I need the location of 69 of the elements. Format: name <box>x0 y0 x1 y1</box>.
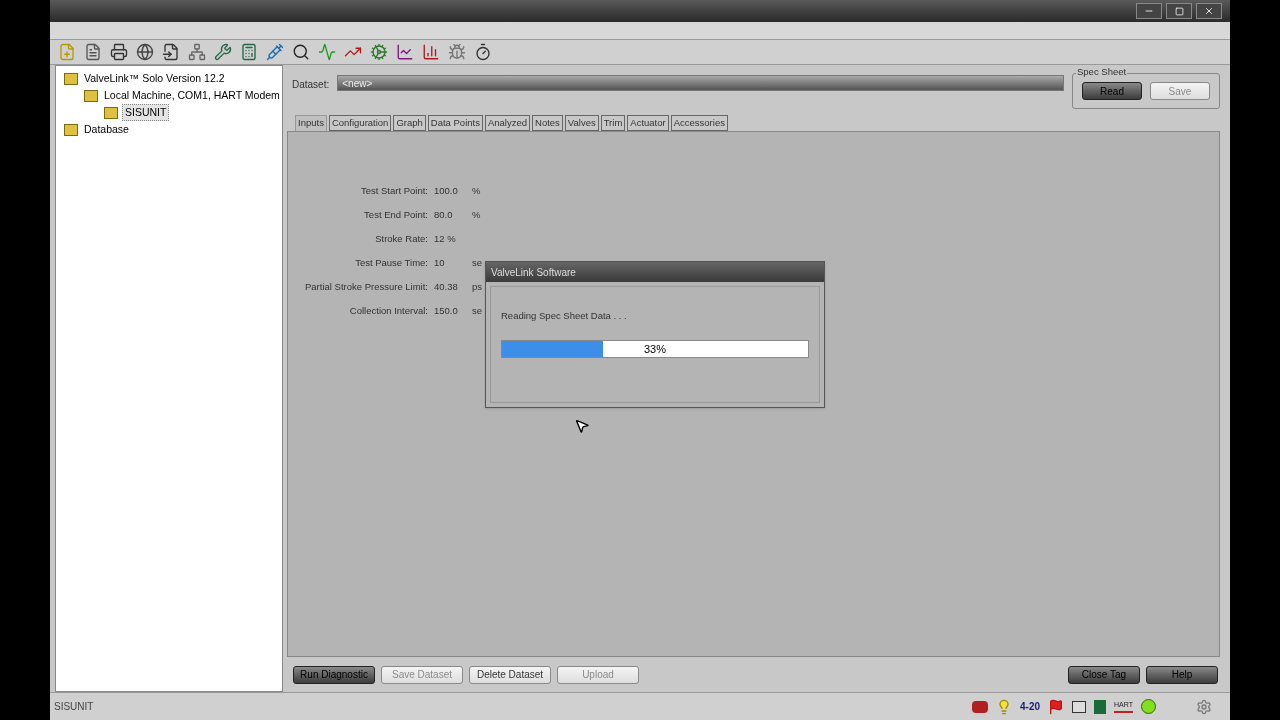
folder-icon <box>84 89 98 102</box>
gear-icon <box>1196 698 1212 715</box>
unit-label: % <box>472 208 481 223</box>
tree-item[interactable]: SISUNIT <box>122 103 170 122</box>
field-label: Test Pause Time: <box>354 256 428 271</box>
dialog-title: ValveLink Software <box>486 262 824 282</box>
field-value[interactable]: 80.0 <box>428 208 472 223</box>
bar-chart-icon[interactable] <box>422 43 440 61</box>
button[interactable]: Close Tag <box>1068 665 1140 684</box>
printer-icon[interactable] <box>110 43 128 61</box>
field-value[interactable]: 40.38 <box>428 280 472 295</box>
loop-label: 4-20 <box>1020 700 1041 714</box>
tree-item[interactable]: ValveLink™ Solo Version 12.2 <box>82 70 227 87</box>
cursor-icon <box>574 418 590 434</box>
globe-icon[interactable] <box>136 43 154 61</box>
field-label: Stroke Rate: <box>374 232 428 247</box>
status-light-icon <box>1141 699 1156 714</box>
document-icon[interactable] <box>84 43 102 61</box>
unit-label: ps <box>472 280 483 295</box>
maximize-icon[interactable] <box>1166 3 1192 19</box>
group-title: Spec Sheet <box>1076 67 1128 77</box>
field-value[interactable]: 12 % <box>428 232 472 247</box>
tab[interactable]: Data Points <box>427 115 483 131</box>
tab[interactable]: Graph <box>393 115 426 131</box>
button[interactable]: Delete Dataset <box>469 665 551 684</box>
pulse-icon[interactable] <box>318 43 336 61</box>
button[interactable]: Run Diagnostic <box>293 665 375 684</box>
probe-icon[interactable] <box>266 43 284 61</box>
tab[interactable]: Analyzed <box>484 115 531 131</box>
minimize-icon[interactable] <box>1136 3 1162 19</box>
field-value[interactable]: 150.0 <box>428 304 472 319</box>
gear-icon[interactable] <box>370 43 388 61</box>
field-label: Test End Point: <box>363 208 428 223</box>
line-chart-icon[interactable] <box>396 43 414 61</box>
status-text: SISUNIT <box>54 700 95 714</box>
document-arrow-icon[interactable] <box>162 43 180 61</box>
dialog-message: Reading Spec Sheet Data . . . <box>501 309 628 323</box>
wrench-icon[interactable] <box>214 43 232 61</box>
button[interactable]: Help <box>1146 665 1218 684</box>
dataset-field[interactable]: <new> <box>337 75 1064 91</box>
tab[interactable]: Inputs <box>295 115 327 131</box>
field-label: Partial Stroke Pressure Limit: <box>304 280 428 295</box>
unit-label: se <box>472 304 483 319</box>
search-icon[interactable] <box>292 43 310 61</box>
field-label: Test Start Point: <box>359 184 428 199</box>
tab[interactable]: Trim <box>600 115 626 131</box>
bug-icon[interactable] <box>448 43 466 61</box>
flag-icon <box>1048 698 1065 715</box>
unit-label: % <box>472 184 481 199</box>
close-icon[interactable] <box>1196 3 1222 19</box>
network-icon[interactable] <box>188 43 206 61</box>
folder-icon <box>104 106 118 119</box>
tab[interactable]: Actuator <box>627 115 669 131</box>
field-label: Collection Interval: <box>348 304 428 319</box>
progress-reading: 33% <box>643 342 667 357</box>
tab[interactable]: Accessories <box>670 115 728 131</box>
stopwatch-icon[interactable] <box>474 43 492 61</box>
tab[interactable]: Valves <box>564 115 599 131</box>
folder-icon <box>64 123 78 136</box>
field-value[interactable]: 10 <box>428 256 472 271</box>
tab[interactable]: Notes <box>532 115 563 131</box>
dataset-label: Dataset: <box>292 78 330 92</box>
tree-item[interactable]: Database <box>82 121 131 138</box>
tree-item[interactable]: Local Machine, COM1, HART Modem <box>102 87 282 104</box>
unit-label: se <box>472 256 483 271</box>
field-value[interactable]: 100.0 <box>428 184 472 199</box>
calculator-icon[interactable] <box>240 43 258 61</box>
folder-icon <box>64 72 78 85</box>
tab[interactable]: Configuration <box>328 115 392 131</box>
